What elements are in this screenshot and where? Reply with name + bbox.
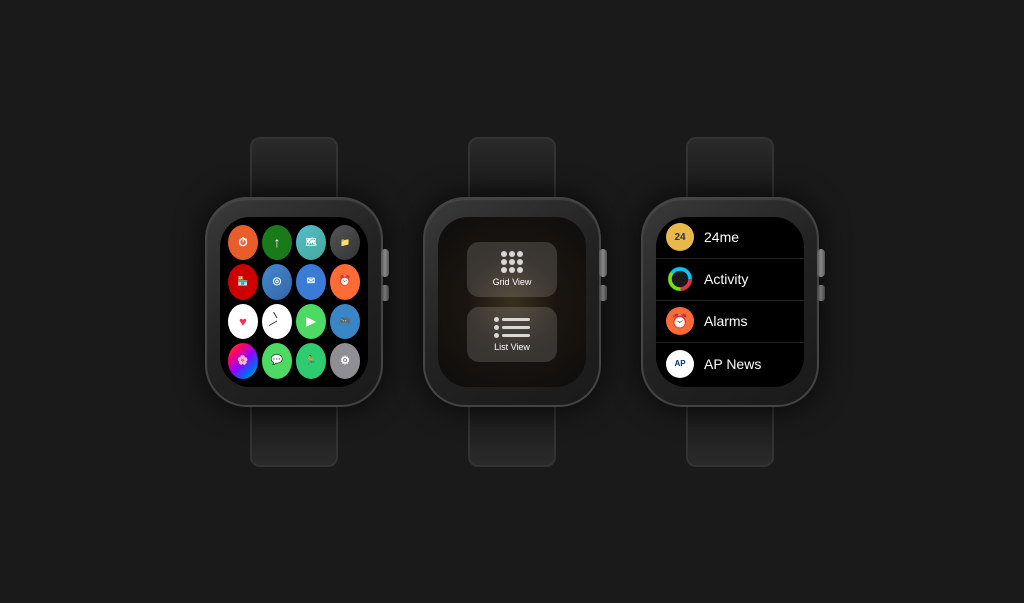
list-icon-alarms: ⏰ [666, 307, 694, 335]
watch-body-2: Grid View List View [423, 197, 601, 407]
watch-band-top-2 [468, 137, 556, 197]
app-icon-messages[interactable]: 💬 [262, 343, 292, 379]
app-icon-health-app[interactable]: 🏪 [228, 264, 258, 300]
watch-body-3: 24 24me Activity [641, 197, 819, 407]
watch-band-top-1 [250, 137, 338, 197]
list-icon-24me: 24 [666, 223, 694, 251]
app-icon-settings[interactable]: ⚙ [330, 343, 360, 379]
app-icon-compass[interactable]: ◎ [262, 264, 292, 300]
watch-band-bottom-3 [686, 407, 774, 467]
app-icon-heart[interactable]: ♥ [228, 304, 258, 340]
app-icon-play[interactable]: ▶ [296, 304, 326, 340]
list-item-label-24me: 24me [704, 229, 739, 245]
app-grid: ⏱ ↑ 🗺 📁 🏪 ◎ ✉ ⏰ ♥ ▶ [220, 217, 368, 387]
app-list: 24 24me Activity [656, 217, 804, 387]
watch-band-bottom-1 [250, 407, 338, 467]
watch-side-button-2[interactable] [599, 285, 607, 301]
list-item-apnews[interactable]: AP AP News [656, 343, 804, 385]
watch-screen-2: Grid View List View [438, 217, 586, 387]
app-icon-timer[interactable]: ⏱ [228, 225, 258, 261]
grid-view-option[interactable]: Grid View [467, 242, 557, 297]
list-icon-activity [666, 265, 694, 293]
watch-1: ⏱ ↑ 🗺 📁 🏪 ◎ ✉ ⏰ ♥ ▶ [205, 137, 383, 467]
app-icon-alarm[interactable]: ⏰ [330, 264, 360, 300]
app-icon-workout[interactable]: ↑ [262, 225, 292, 261]
app-icon-activity-run[interactable]: 🏃 [296, 343, 326, 379]
grid-view-label: Grid View [493, 277, 532, 287]
watch-3: 24 24me Activity [641, 137, 819, 467]
watch-2: Grid View List View [423, 137, 601, 467]
app-icon-game[interactable]: 🎮 [330, 304, 360, 340]
watch-crown-1[interactable] [381, 249, 389, 277]
app-icon-photos[interactable]: 🌸 [228, 343, 258, 379]
watch-screen-1: ⏱ ↑ 🗺 📁 🏪 ◎ ✉ ⏰ ♥ ▶ [220, 217, 368, 387]
list-view-icon [494, 317, 530, 338]
grid-view-icon [501, 251, 523, 273]
app-icon-maps[interactable]: 🗺 [296, 225, 326, 261]
list-item-24me[interactable]: 24 24me [656, 217, 804, 259]
list-item-label-alarms: Alarms [704, 313, 748, 329]
watch-side-button-1[interactable] [381, 285, 389, 301]
list-item-alarms[interactable]: ⏰ Alarms [656, 301, 804, 343]
watch-body-1: ⏱ ↑ 🗺 📁 🏪 ◎ ✉ ⏰ ♥ ▶ [205, 197, 383, 407]
list-icon-apnews: AP [666, 350, 694, 378]
list-view-option[interactable]: List View [467, 307, 557, 362]
app-icon-clock[interactable] [262, 304, 292, 340]
list-item-label-apnews: AP News [704, 356, 761, 372]
watch-crown-2[interactable] [599, 249, 607, 277]
watch-side-button-3[interactable] [817, 285, 825, 301]
watch-band-top-3 [686, 137, 774, 197]
watch-band-bottom-2 [468, 407, 556, 467]
list-item-label-activity: Activity [704, 271, 748, 287]
watch-screen-3: 24 24me Activity [656, 217, 804, 387]
list-item-activity[interactable]: Activity [656, 259, 804, 301]
app-icon-unknown1[interactable]: 📁 [330, 225, 360, 261]
view-selector: Grid View List View [438, 217, 586, 387]
app-icon-mail[interactable]: ✉ [296, 264, 326, 300]
watch-crown-3[interactable] [817, 249, 825, 277]
list-view-label: List View [494, 342, 530, 352]
